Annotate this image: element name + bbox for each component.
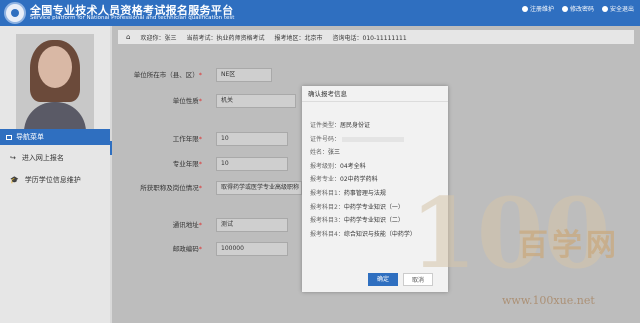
register-maintain-label: 注册维护 — [529, 6, 554, 13]
welcome-text: 欢迎你：张三 — [140, 34, 177, 42]
subject-1-line: 报考科目1：药事管理与法规 — [310, 189, 386, 197]
postcode-input[interactable]: 100000 — [216, 242, 288, 256]
redacted-id-number — [342, 136, 405, 142]
sidebar-item-online-registration[interactable]: ↪ 进入网上报名 — [0, 148, 110, 168]
nav-menu-title: 导航菜单 — [16, 133, 44, 141]
current-exam-text: 当前考试：执业药师资格考试 — [186, 34, 265, 42]
subject-4-line: 报考科目4：综合知识与技能（中药学） — [310, 230, 416, 238]
platform-logo — [4, 2, 26, 24]
subject-2-line: 报考科目2：中药学专业知识（一） — [310, 203, 404, 211]
power-icon — [601, 5, 608, 12]
confirm-dialog: 确认报考信息 证件类型：居民身份证 证件号码： 姓名：张三 报考级别：04考全科… — [302, 86, 448, 292]
logout-link[interactable]: 安全退出 — [601, 4, 634, 13]
unit-city-select[interactable]: NE区 — [216, 68, 272, 82]
enter-icon: ↪ — [10, 154, 16, 162]
specialty-years-input[interactable]: 10 — [216, 157, 288, 171]
unit-type-select[interactable]: 机关 — [216, 94, 296, 108]
field-label: 单位所在市（县、区）* — [133, 71, 202, 79]
address-input[interactable]: 测试 — [216, 218, 288, 232]
nav-menu-header: 导航菜单 — [0, 129, 110, 145]
sidebar-item-label: 进入网上报名 — [21, 154, 64, 162]
register-maintain-link[interactable]: 注册维护 — [521, 4, 554, 13]
home-icon: ⌂ — [126, 33, 131, 41]
dialog-title: 确认报考信息 — [302, 86, 448, 102]
field-label: 单位性质* — [172, 97, 202, 105]
confirm-button[interactable]: 确定 — [368, 273, 398, 286]
exam-area-text: 报考地区：北京市 — [274, 34, 323, 42]
field-label: 工作年限* — [172, 135, 202, 143]
logout-label: 安全退出 — [609, 6, 634, 13]
top-header: 全国专业技术人员资格考试报名服务平台 Service platform for … — [0, 0, 640, 26]
platform-subtitle: Service platform for National Profession… — [30, 15, 235, 21]
cancel-button[interactable]: 取消 — [403, 273, 433, 286]
change-password-label: 修改密码 — [569, 6, 594, 13]
work-years-input[interactable]: 10 — [216, 132, 288, 146]
sidebar-item-education-info[interactable]: 🎓 学历学位信息维护 — [0, 170, 110, 190]
field-label: 专业年限* — [172, 160, 202, 168]
user-info-bar: ⌂ 欢迎你：张三 当前考试：执业药师资格考试 报考地区：北京市 咨询电话：010… — [118, 30, 634, 44]
dialog-body: 证件类型：居民身份证 证件号码： 姓名：张三 报考级别：04考全科 报考专业：0… — [310, 120, 416, 242]
field-label: 所获职称及岗位情况* — [140, 184, 202, 192]
change-password-link[interactable]: 修改密码 — [561, 4, 594, 13]
field-label: 通讯地址* — [172, 221, 202, 229]
title-position-select[interactable]: 取得药学或医学专业高级职称 — [216, 181, 302, 195]
user-icon — [521, 5, 528, 12]
exam-level-line: 报考级别：04考全科 — [310, 162, 366, 170]
edit-icon — [561, 5, 568, 12]
sidebar-item-label: 学历学位信息维护 — [24, 176, 81, 184]
name-line: 姓名：张三 — [310, 149, 341, 157]
field-label: 邮政编码* — [172, 245, 202, 253]
phone-text: 咨询电话：010-11111111 — [332, 34, 407, 42]
avatar-photo — [16, 34, 94, 130]
menu-icon — [6, 134, 12, 140]
exam-major-line: 报考专业：02中药学药科 — [310, 176, 378, 184]
sidebar: 导航菜单 ↪ 进入网上报名 🎓 学历学位信息维护 — [0, 26, 110, 323]
subject-3-line: 报考科目3：中药学专业知识（二） — [310, 217, 404, 225]
top-links: 注册维护 修改密码 安全退出 — [521, 4, 634, 13]
graduation-cap-icon: 🎓 — [10, 176, 19, 184]
id-type-line: 证件类型：居民身份证 — [310, 122, 371, 129]
id-number-line: 证件号码： — [310, 134, 416, 148]
